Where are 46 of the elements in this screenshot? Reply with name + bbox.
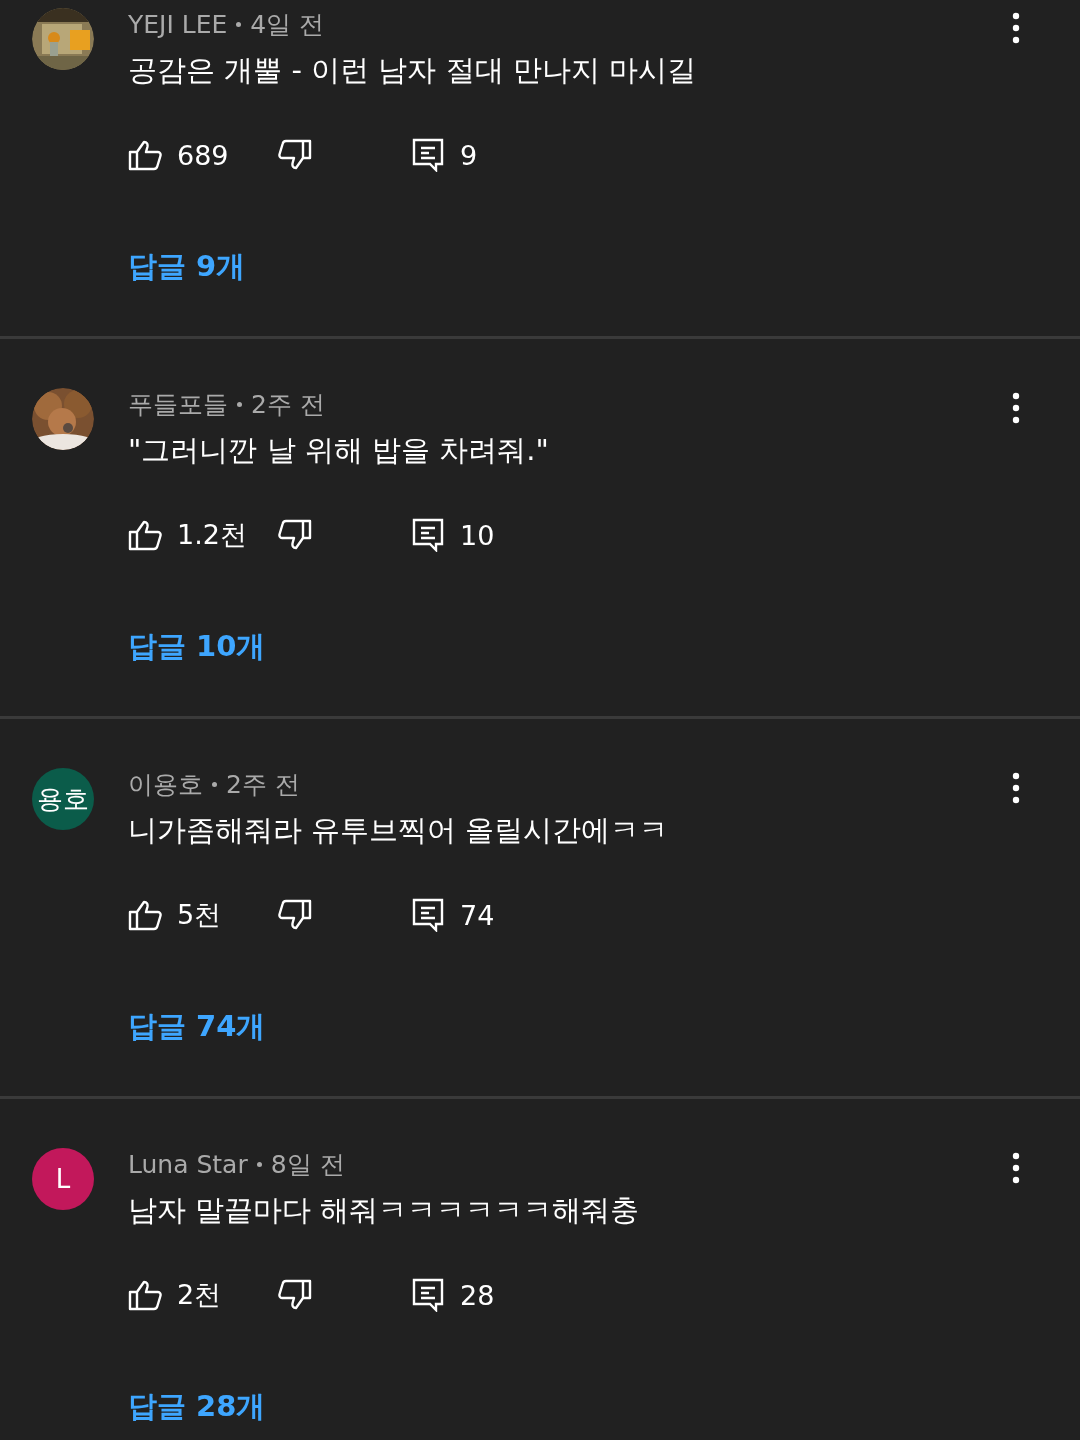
like-count: 1.2천 [177, 518, 247, 552]
comment-author[interactable]: 푸들포들 [128, 387, 228, 421]
thumbs-down-icon[interactable] [278, 138, 312, 172]
reply-count: 10 [460, 519, 495, 551]
comment-time: 8일 전 [270, 1148, 345, 1181]
comment-author[interactable]: 이용호 [128, 767, 203, 801]
replies-link[interactable]: 답글 10개 [128, 626, 266, 666]
comment-time: 2주 전 [251, 388, 325, 421]
replies-link[interactable]: 답글 9개 [128, 246, 246, 286]
comment-icon[interactable] [411, 138, 445, 172]
like-count: 689 [177, 139, 229, 171]
comment-time: 4일 전 [250, 8, 325, 41]
comment-icon[interactable] [411, 1278, 445, 1312]
comment-text: 니가좀해줘라 유투브찍어 올릴시간에ㅋㅋ [128, 812, 669, 849]
reply-count: 74 [460, 899, 495, 931]
comment-icon[interactable] [411, 518, 445, 552]
like-count: 2천 [177, 1278, 222, 1312]
more-options-icon[interactable] [1012, 772, 1020, 804]
separator-dot [212, 781, 217, 787]
comment-author[interactable]: YEJI LEE [128, 9, 228, 39]
reply-count: 9 [460, 139, 478, 171]
separator-dot [237, 401, 242, 407]
more-options-icon[interactable] [1012, 1152, 1020, 1184]
thumbs-down-icon[interactable] [278, 898, 312, 932]
more-options-icon[interactable] [1012, 12, 1020, 44]
comment-text: 남자 말끝마다 해줘ㅋㅋㅋㅋㅋㅋ해줘충 [128, 1192, 640, 1229]
avatar-initials: 용호 [37, 782, 89, 816]
like-count: 5천 [177, 898, 222, 932]
thumbs-down-icon[interactable] [278, 1278, 312, 1312]
comment-text: "그러니깐 날 위해 밥을 차려줘." [128, 432, 549, 469]
comment-author[interactable]: Luna Star [128, 1149, 248, 1179]
separator-dot [256, 1161, 262, 1167]
thumbs-up-icon[interactable] [128, 1278, 162, 1312]
thumbs-up-icon[interactable] [128, 518, 162, 552]
avatar-initials: L [55, 1164, 71, 1194]
separator-dot [236, 21, 242, 27]
comment-text: 공감은 개뿔 - 이런 남자 절대 만나지 마시길 [128, 52, 696, 89]
comment-icon[interactable] [411, 898, 445, 932]
thumbs-up-icon[interactable] [128, 138, 162, 172]
replies-link[interactable]: 답글 74개 [128, 1006, 266, 1046]
reply-count: 28 [460, 1279, 495, 1311]
comment-time: 2주 전 [226, 768, 300, 801]
thumbs-down-icon[interactable] [278, 518, 312, 552]
thumbs-up-icon[interactable] [128, 898, 162, 932]
more-options-icon[interactable] [1012, 392, 1020, 424]
replies-link[interactable]: 답글 28개 [128, 1386, 266, 1426]
